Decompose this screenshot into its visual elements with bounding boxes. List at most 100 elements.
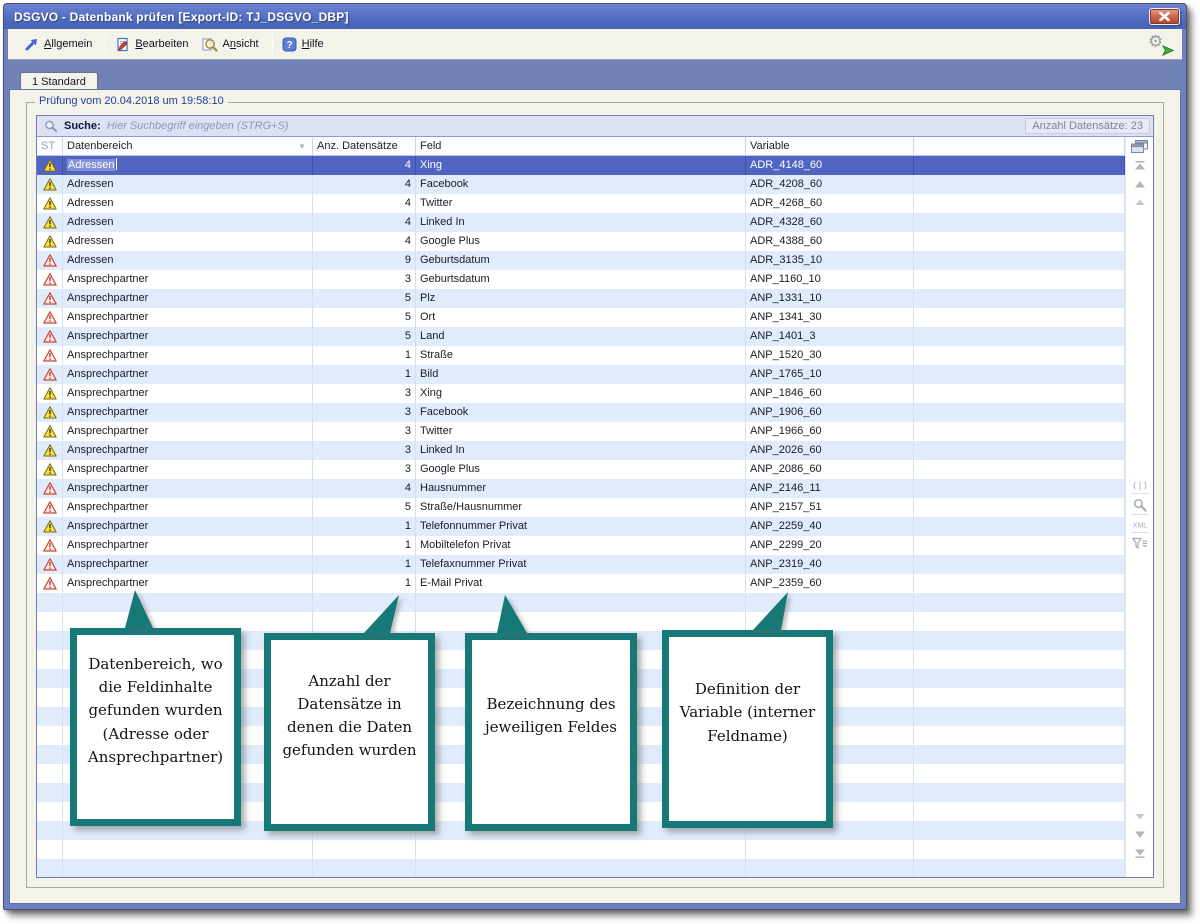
cell-variable: ADR_4328_60 [746,213,914,232]
menu-item-allgemein[interactable]: Allgemein [20,34,100,55]
cell-feld: Bild [416,365,746,384]
empty-cell [746,821,914,840]
column-header-bereich[interactable]: Datenbereich▼ [63,137,313,155]
scroll-first-button[interactable] [1126,158,1153,173]
menu-item-bearbeiten[interactable]: Bearbeiten [111,34,196,55]
cell-filler [914,498,1125,517]
cell-variable: ADR_4268_60 [746,194,914,213]
cell-feld: Telefonnummer Privat [416,517,746,536]
warning-triangle-icon [43,425,57,438]
empty-cell [416,707,746,726]
settings-gear-icon[interactable]: ⚙ [1148,33,1172,55]
column-header-filler [914,137,1125,155]
cell-filler [914,574,1125,593]
cell-anz-datensaetze: 3 [313,403,416,422]
empty-cell [416,726,746,745]
menu-item-ansicht[interactable]: Ansicht [197,34,267,55]
filter-button[interactable] [1131,535,1149,552]
scroll-up-button[interactable] [1126,196,1153,208]
column-header-var[interactable]: Variable [746,137,914,155]
cell-status [37,498,63,517]
empty-cell [313,783,416,802]
empty-cell [63,688,313,707]
table-row[interactable]: Ansprechpartner3Google PlusANP_2086_60 [37,460,1125,479]
empty-row [37,726,1125,745]
empty-cell [914,669,1125,688]
table-row[interactable]: Ansprechpartner4HausnummerANP_2146_11 [37,479,1125,498]
empty-cell [746,688,914,707]
empty-cell [63,783,313,802]
column-header-anz[interactable]: Anz. Datensätze [313,137,416,155]
table-row[interactable]: Ansprechpartner1StraßeANP_1520_30 [37,346,1125,365]
empty-cell [313,745,416,764]
cell-status [37,441,63,460]
table-row[interactable]: Ansprechpartner1Mobiltelefon PrivatANP_2… [37,536,1125,555]
table-row[interactable]: Ansprechpartner5OrtANP_1341_30 [37,308,1125,327]
warning-triangle-icon [43,197,57,210]
empty-cell [746,745,914,764]
titlebar[interactable]: DSGVO - Datenbank prüfen [Export-ID: TJ_… [4,4,1186,29]
cell-datenbereich: Ansprechpartner [63,327,313,346]
table-row[interactable]: Adressen4FacebookADR_4208_60 [37,175,1125,194]
empty-cell [746,593,914,612]
table-row[interactable]: Ansprechpartner3XingANP_1846_60 [37,384,1125,403]
menu-item-hilfe[interactable]: ?Hilfe [278,34,332,55]
cell-variable: ADR_3135_10 [746,251,914,270]
scroll-last-button[interactable] [1126,846,1153,861]
table-row[interactable]: Adressen4Linked InADR_4328_60 [37,213,1125,232]
table-row[interactable]: Adressen4TwitterADR_4268_60 [37,194,1125,213]
cell-feld: Land [416,327,746,346]
table-row[interactable]: Ansprechpartner1E-Mail PrivatANP_2359_60 [37,574,1125,593]
empty-cell [416,783,746,802]
close-button[interactable] [1149,8,1180,25]
tab-standard[interactable]: 1 Standard [20,72,98,90]
cell-anz-datensaetze: 9 [313,251,416,270]
cell-anz-datensaetze: 1 [313,365,416,384]
cell-anz-datensaetze: 4 [313,213,416,232]
cell-feld: Geburtsdatum [416,270,746,289]
column-header-st[interactable]: ST [37,137,63,155]
table-row[interactable]: Ansprechpartner3Linked InANP_2026_60 [37,441,1125,460]
empty-row [37,593,1125,612]
table-row[interactable]: Adressen4Google PlusADR_4388_60 [37,232,1125,251]
cell-datenbereich: Adressen [63,156,313,175]
empty-cell [416,669,746,688]
cell-filler [914,384,1125,403]
empty-cell [746,764,914,783]
warning-triangle-icon [43,444,57,457]
menu-bar: Allgemein BearbeitenAnsicht ?Hilfe ⚙ [8,29,1182,60]
table-row[interactable]: Adressen4XingADR_4148_60 [37,156,1125,175]
empty-cell [63,612,313,631]
empty-cell [746,707,914,726]
search-input-placeholder[interactable]: Hier Suchbegriff eingeben (STRG+S) [107,120,1020,132]
table-row[interactable]: Adressen9GeburtsdatumADR_3135_10 [37,251,1125,270]
search-icon [44,120,58,133]
scroll-page-up-button[interactable] [1126,178,1153,191]
find-button[interactable] [1131,496,1149,515]
table-row[interactable]: Ansprechpartner5LandANP_1401_3 [37,327,1125,346]
error-triangle-icon [43,254,57,267]
search-bar[interactable]: Suche: Hier Suchbegriff eingeben (STRG+S… [37,116,1153,137]
record-count: Anzahl Datensätze: 23 [1025,118,1150,134]
grid-body: STDatenbereich▼Anz. DatensätzeFeldVariab… [37,137,1153,877]
table-header-row: STDatenbereich▼Anz. DatensätzeFeldVariab… [37,137,1125,156]
column-chooser-button[interactable] [1126,139,1153,154]
table-row[interactable]: Ansprechpartner3GeburtsdatumANP_1160_10 [37,270,1125,289]
xml-export-button[interactable]: XML [1131,517,1149,533]
scroll-down-button[interactable] [1126,811,1153,823]
table-row[interactable]: Ansprechpartner1BildANP_1765_10 [37,365,1125,384]
table-row[interactable]: Ansprechpartner3FacebookANP_1906_60 [37,403,1125,422]
table-row[interactable]: Ansprechpartner1Telefaxnummer PrivatANP_… [37,555,1125,574]
cell-datenbereich: Ansprechpartner [63,536,313,555]
best-fit-button[interactable]: (|) [1131,477,1149,494]
table-row[interactable]: Ansprechpartner5Straße/HausnummerANP_215… [37,498,1125,517]
empty-cell [416,650,746,669]
cell-filler [914,156,1125,175]
table-row[interactable]: Ansprechpartner3TwitterANP_1966_60 [37,422,1125,441]
table-row[interactable]: Ansprechpartner5PlzANP_1331_10 [37,289,1125,308]
table-row[interactable]: Ansprechpartner1Telefonnummer PrivatANP_… [37,517,1125,536]
cell-status [37,289,63,308]
cell-status [37,517,63,536]
column-header-feld[interactable]: Feld [416,137,746,155]
scroll-page-down-button[interactable] [1126,828,1153,841]
